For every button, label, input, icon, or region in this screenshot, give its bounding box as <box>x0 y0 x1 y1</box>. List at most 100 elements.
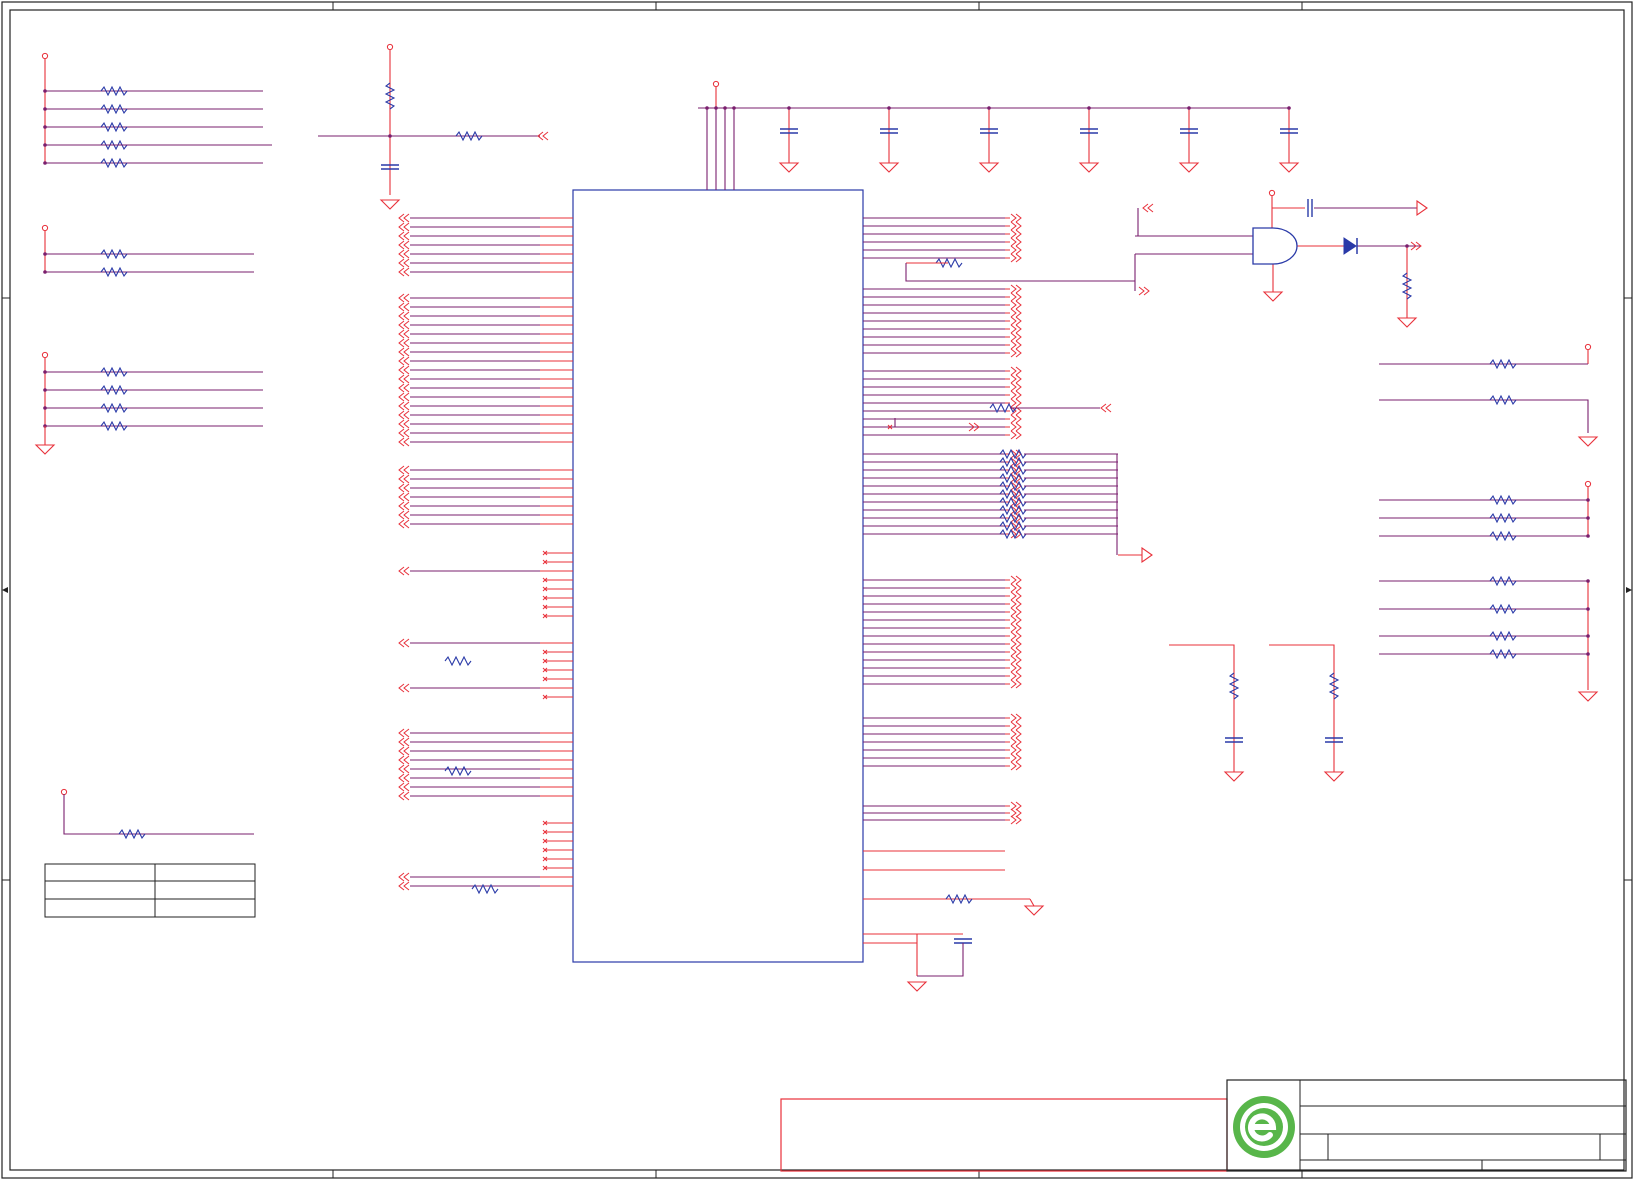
port-left-icon <box>398 746 410 756</box>
junction-icon <box>43 89 47 93</box>
port-right-icon <box>1010 745 1022 755</box>
port-right-icon <box>1010 663 1022 673</box>
port-right-icon <box>1010 671 1022 681</box>
junction-icon <box>723 106 727 110</box>
port-right-icon <box>1010 221 1022 231</box>
power-icon <box>41 224 49 232</box>
junction-icon <box>1287 106 1291 110</box>
junction-icon <box>714 106 718 110</box>
port-left-icon <box>1142 203 1154 213</box>
port-left-icon <box>398 737 410 747</box>
junction-icon <box>732 106 736 110</box>
port-left-icon <box>398 465 410 475</box>
port-left-icon <box>398 213 410 223</box>
ground-icon <box>1023 905 1045 916</box>
junction-icon <box>705 106 709 110</box>
port-right-icon <box>1010 631 1022 641</box>
power-icon <box>1584 343 1592 351</box>
port-left-icon <box>398 501 410 511</box>
port-left-icon <box>398 881 410 891</box>
port-right-icon <box>1010 340 1022 350</box>
port-left-icon <box>398 410 410 420</box>
port-left-icon <box>398 419 410 429</box>
ground-icon <box>1078 162 1100 173</box>
junction-icon <box>1586 534 1590 538</box>
port-right-icon <box>1010 815 1022 825</box>
port-left-icon <box>398 311 410 321</box>
resistor-symbol <box>444 655 472 667</box>
port-right-icon <box>1010 761 1022 771</box>
port-right-icon <box>1010 623 1022 633</box>
port-left-icon <box>398 365 410 375</box>
port-left-icon <box>398 519 410 529</box>
diode-icon <box>1343 237 1357 255</box>
junction-icon <box>1187 106 1191 110</box>
port-right-icon <box>1010 348 1022 358</box>
ground-icon <box>1396 317 1418 328</box>
port-left-icon <box>398 329 410 339</box>
port-right-icon <box>1010 801 1022 811</box>
port-right-icon <box>1010 229 1022 239</box>
port-left-icon <box>398 566 410 576</box>
port-right-icon <box>1010 422 1022 432</box>
center-arrow-left-icon <box>2 587 8 593</box>
port-right-icon <box>1010 332 1022 342</box>
port-left-icon <box>398 258 410 268</box>
port-right-icon <box>1010 713 1022 723</box>
port-right-icon <box>1010 414 1022 424</box>
wire <box>1379 399 1589 433</box>
port-left-icon <box>398 392 410 402</box>
port-left-icon <box>398 683 410 693</box>
zone-ticks <box>2 2 1632 1178</box>
junction-icon <box>1586 607 1590 611</box>
power-icon <box>41 351 49 359</box>
junction-icon <box>1586 652 1590 656</box>
port-left-icon <box>398 302 410 312</box>
junction-icon <box>43 252 47 256</box>
port-left-icon <box>398 374 410 384</box>
port-left-icon <box>398 728 410 738</box>
junction-icon <box>1405 244 1409 248</box>
legend-table <box>44 863 256 918</box>
ground-icon <box>778 162 800 173</box>
power-icon <box>60 788 68 796</box>
power-icon <box>41 52 49 60</box>
junction-icon <box>43 388 47 392</box>
port-left-icon <box>398 483 410 493</box>
port-left-icon <box>398 338 410 348</box>
center-arrow-right-icon <box>1626 587 1632 593</box>
port-right-icon <box>1010 390 1022 400</box>
port-left-icon <box>398 428 410 438</box>
port-left-icon <box>398 240 410 250</box>
port-right-icon <box>1010 737 1022 747</box>
junction-icon <box>43 161 47 165</box>
wire <box>1269 644 1335 772</box>
port-right-icon <box>1010 729 1022 739</box>
junction-icon <box>987 106 991 110</box>
port-left-icon <box>398 791 410 801</box>
port-left-icon <box>398 782 410 792</box>
port-right-icon <box>1010 398 1022 408</box>
wire <box>63 794 254 835</box>
ground-icon <box>1223 771 1245 782</box>
and-gate-symbol <box>1252 227 1298 265</box>
junction-icon <box>1586 516 1590 520</box>
ground-icon <box>878 162 900 173</box>
junction-icon <box>388 134 392 138</box>
port-left-icon <box>398 293 410 303</box>
wire <box>1169 644 1235 772</box>
power-icon <box>386 43 394 51</box>
port-left-icon <box>398 755 410 765</box>
junction-icon <box>43 406 47 410</box>
port-left-icon <box>398 638 410 648</box>
junction-icon <box>887 106 891 110</box>
output-arrow-icon <box>1141 546 1153 564</box>
port-left-icon <box>398 249 410 259</box>
port-right-icon <box>1010 808 1022 818</box>
port-right-icon <box>1010 753 1022 763</box>
ground-icon <box>1577 691 1599 702</box>
wire <box>1029 898 1035 907</box>
port-left-icon <box>398 231 410 241</box>
port-left-icon <box>398 773 410 783</box>
port-right-icon <box>1010 213 1022 223</box>
